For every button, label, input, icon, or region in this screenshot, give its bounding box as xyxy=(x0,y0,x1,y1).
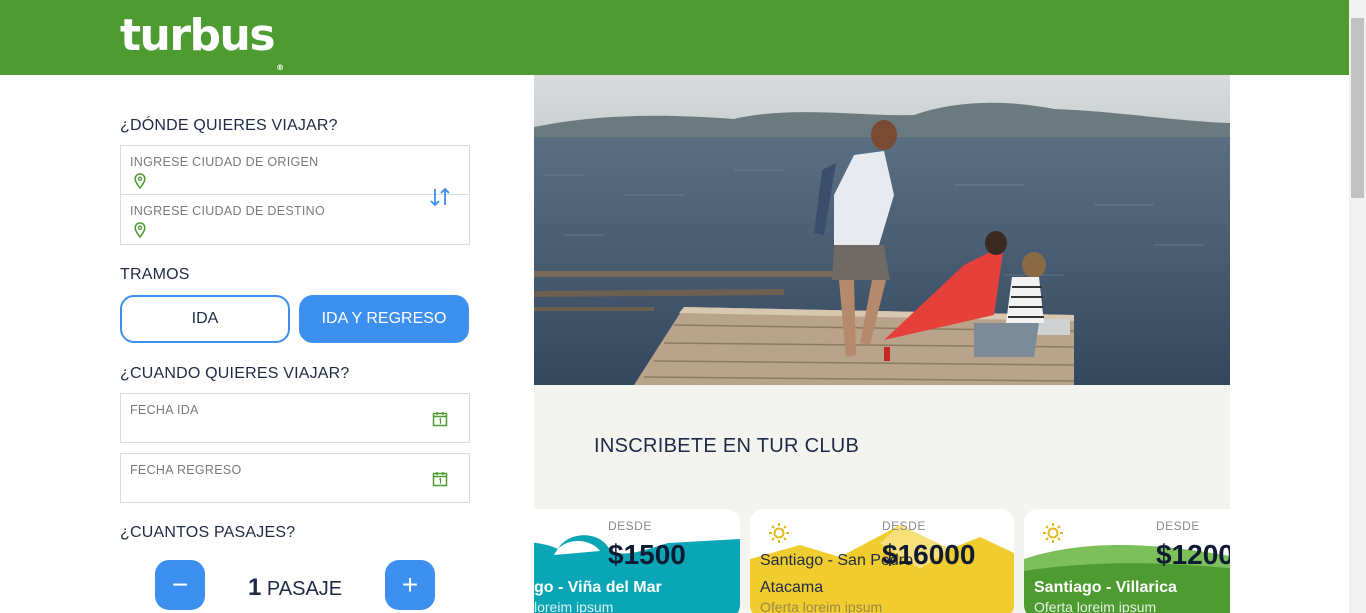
increase-passengers-button[interactable]: + xyxy=(385,560,435,610)
desde-label: DESDE xyxy=(608,519,652,533)
turbus-logo[interactable]: turbus® xyxy=(120,8,284,72)
offer-subtitle: loreim ipsum xyxy=(534,599,614,613)
location-pin-icon xyxy=(134,222,146,238)
origin-placeholder: INGRESE CIUDAD DE ORIGEN xyxy=(130,155,319,169)
registered-mark: ® xyxy=(276,63,285,72)
offer-route: go - Viña del Mar xyxy=(534,579,662,596)
offer-subtitle: Oferta loreim ipsum xyxy=(760,599,883,613)
when-title: ¿CUANDO QUIERES VIAJAR? xyxy=(120,365,350,382)
offer-route-line2: Atacama xyxy=(760,579,824,596)
destination-placeholder: INGRESE CIUDAD DE DESTINO xyxy=(130,204,326,218)
destination-field[interactable]: INGRESE CIUDAD DE DESTINO xyxy=(120,194,470,245)
desde-label: DESDE xyxy=(1156,519,1200,533)
offers-carousel[interactable]: DESDE $1500 go - Viña del Mar loreim ips… xyxy=(534,385,1230,613)
where-title: ¿DÓNDE QUIERES VIAJAR? xyxy=(120,117,338,134)
tramos-title: TRAMOS xyxy=(120,266,190,283)
fecha-regreso-field[interactable]: FECHA REGRESO xyxy=(120,453,470,503)
passenger-count-number: 1 xyxy=(248,574,262,601)
ida-y-regreso-button[interactable]: IDA Y REGRESO xyxy=(299,295,469,343)
fecha-ida-field[interactable]: FECHA IDA xyxy=(120,393,470,443)
origin-field[interactable]: INGRESE CIUDAD DE ORIGEN xyxy=(120,145,470,195)
swap-arrows-icon[interactable] xyxy=(428,186,452,208)
calendar-icon xyxy=(432,472,448,487)
offer-subtitle: Oferta loreim ipsum xyxy=(1034,599,1157,613)
sun-icon xyxy=(769,523,789,543)
offer-card-vina[interactable]: DESDE $1500 go - Viña del Mar loreim ips… xyxy=(534,509,740,613)
passenger-count-unit: PASAJE xyxy=(266,578,343,600)
offer-price: $1500 xyxy=(608,539,686,570)
fecha-regreso-label: FECHA REGRESO xyxy=(130,463,242,477)
hero-image xyxy=(534,75,1230,385)
offer-route: Santiago - Villarica xyxy=(1034,579,1177,596)
decrease-passengers-button[interactable]: − xyxy=(155,560,205,610)
desde-label: DESDE xyxy=(882,519,926,533)
offer-card-villarica[interactable]: DESDE $1200 Santiago - Villarica Oferta … xyxy=(1024,509,1230,613)
ida-button[interactable]: IDA xyxy=(120,295,290,343)
offer-card-atacama[interactable]: DESDE Santiago - San Pedro $16000 Atacam… xyxy=(750,509,1014,613)
offer-price: $1200 xyxy=(1156,539,1230,570)
fecha-ida-label: FECHA IDA xyxy=(130,403,199,417)
offer-price: $16000 xyxy=(882,539,976,570)
top-header: turbus® xyxy=(0,0,1349,75)
page-scrollbar-thumb[interactable] xyxy=(1351,18,1364,198)
calendar-icon xyxy=(432,412,448,427)
sun-icon xyxy=(1043,523,1063,543)
location-pin-icon xyxy=(134,173,146,189)
passengers-title: ¿CUANTOS PASAJES? xyxy=(120,524,296,541)
passenger-count: 1 PASAJE xyxy=(248,574,342,602)
brand-name: turbus xyxy=(120,10,276,61)
